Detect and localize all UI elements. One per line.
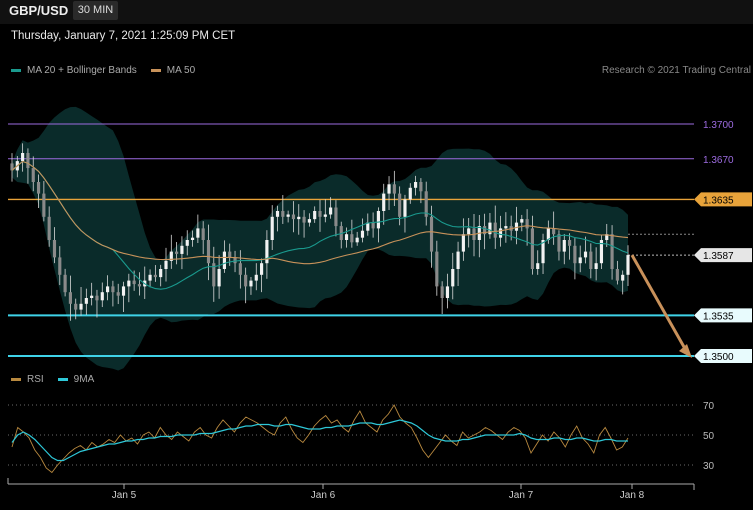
level-label-1.3670: 1.3670 [703,155,734,166]
level-label-1.3535: 1.3535 [694,308,752,323]
x-tick-Jan-6: Jan 6 [311,490,336,501]
x-tick-Jan-5: Jan 5 [112,490,137,501]
bollinger-band-area [12,106,628,371]
svg-text:1.3500: 1.3500 [703,352,734,363]
level-label-1.3635: 1.3635 [694,192,752,207]
svg-text:1.3670: 1.3670 [703,155,734,166]
level-label-1.3587: 1.3587 [694,248,752,263]
level-label-1.3500: 1.3500 [694,349,752,363]
level-label-1.3700: 1.3700 [703,120,734,131]
svg-text:1.3587: 1.3587 [703,251,734,262]
rsi-tick-50: 50 [703,431,715,442]
price-chart-svg[interactable]: 1.3700 1.3670 1.3635 1.3587 1.3535 1.3500 30 50… [0,0,753,510]
rsi-tick-30: 30 [703,461,715,472]
x-tick-Jan-8: Jan 8 [620,490,645,501]
svg-text:1.3635: 1.3635 [703,195,734,206]
rsi-tick-70: 70 [703,401,715,412]
svg-text:1.3535: 1.3535 [703,311,734,322]
rsi-9ma-line [11,419,628,462]
svg-text:1.3700: 1.3700 [703,120,734,131]
projection-arrow [630,254,690,355]
x-tick-Jan-7: Jan 7 [509,490,534,501]
